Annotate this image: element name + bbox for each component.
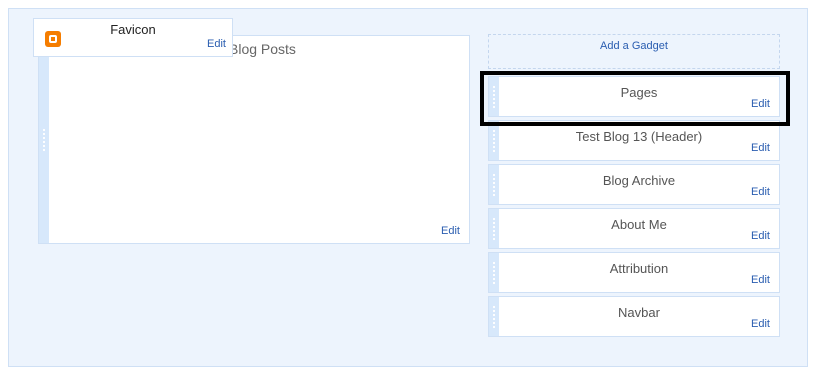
edit-link[interactable]: Edit <box>751 186 770 198</box>
gadget-blog-archive[interactable]: Blog Archive Edit <box>488 164 780 205</box>
blog-posts-gadget[interactable]: Blog Posts Edit <box>38 35 470 244</box>
edit-link[interactable]: Edit <box>751 274 770 286</box>
edit-link[interactable]: Edit <box>751 318 770 330</box>
gadget-title: Blog Archive <box>602 173 676 188</box>
edit-link[interactable]: Edit <box>751 230 770 242</box>
drag-handle[interactable] <box>489 121 499 160</box>
gadget-title: Navbar <box>618 305 660 320</box>
add-gadget-link[interactable]: Add a Gadget <box>489 40 779 52</box>
edit-link[interactable]: Edit <box>441 225 460 237</box>
edit-link[interactable]: Edit <box>207 38 226 50</box>
grip-dots-icon <box>493 128 495 153</box>
add-gadget-area[interactable]: Add a Gadget <box>488 34 780 69</box>
gadget-title: About Me <box>611 217 667 232</box>
grip-dots-icon <box>493 84 495 109</box>
edit-link[interactable]: Edit <box>751 98 770 110</box>
drag-handle[interactable] <box>489 297 499 336</box>
drag-handle[interactable] <box>489 77 499 116</box>
drag-handle[interactable] <box>39 36 49 243</box>
gadget-title: Pages <box>620 85 658 100</box>
gadget-attribution[interactable]: Attribution Edit <box>488 252 780 293</box>
gadget-title: Favicon <box>110 22 156 37</box>
grip-dots-icon <box>493 260 495 285</box>
grip-dots-icon <box>43 127 45 152</box>
gadget-title: Test Blog 13 (Header) <box>575 129 703 144</box>
gadget-title: Blog Posts <box>229 41 296 57</box>
gadget-pages[interactable]: Pages Edit <box>488 76 780 117</box>
edit-link[interactable]: Edit <box>751 142 770 154</box>
gadget-title: Attribution <box>609 261 669 276</box>
drag-handle[interactable] <box>489 209 499 248</box>
gadget-navbar[interactable]: Navbar Edit <box>488 296 780 337</box>
grip-dots-icon <box>493 216 495 241</box>
grip-dots-icon <box>493 304 495 329</box>
gadget-header[interactable]: Test Blog 13 (Header) Edit <box>488 120 780 161</box>
gadget-about-me[interactable]: About Me Edit <box>488 208 780 249</box>
favicon-gadget[interactable]: Favicon Edit <box>33 18 233 57</box>
drag-handle[interactable] <box>489 165 499 204</box>
grip-dots-icon <box>493 172 495 197</box>
drag-handle[interactable] <box>489 253 499 292</box>
